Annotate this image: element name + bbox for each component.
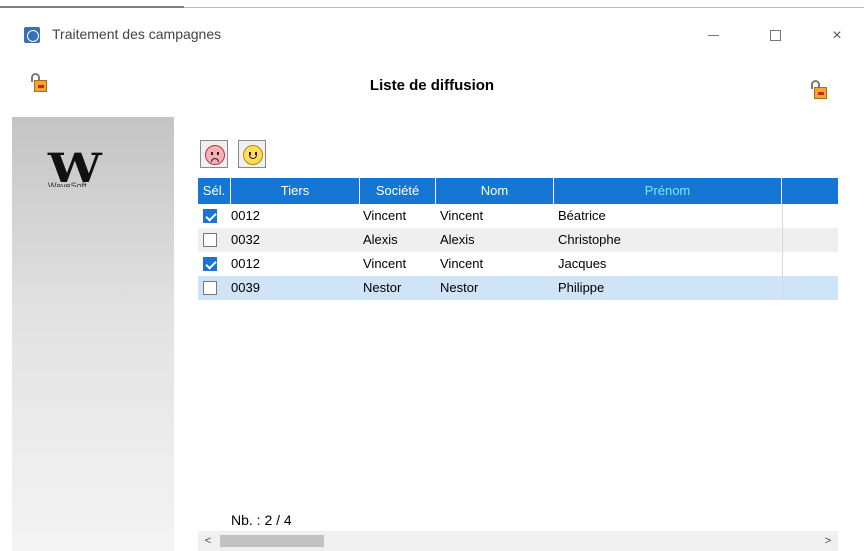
unselect-all-button[interactable] [200,140,228,168]
select-all-button[interactable] [238,140,266,168]
maximize-button[interactable] [752,20,798,52]
brand-name: WaveSoft [48,181,87,187]
cell-nom: Alexis [440,232,475,247]
table-row[interactable]: 0032 Alexis Alexis Christophe [198,228,838,252]
page-title: Liste de diffusion [369,77,495,94]
cell-nom: Nestor [440,280,479,295]
app-window: Traitement des campagnes × Liste de diff… [0,0,864,551]
cell-nom: Vincent [440,256,484,271]
cell-societe: Nestor [363,280,402,295]
cell-societe: Vincent [363,208,407,223]
cell-societe: Vincent [363,256,407,271]
window-title: Traitement des campagnes [52,26,222,42]
angry-face-icon [205,145,225,165]
edge-line [184,7,864,8]
close-button[interactable]: × [814,20,860,52]
title-bar[interactable]: Traitement des campagnes × [0,18,864,54]
row-checkbox[interactable] [203,281,217,295]
cell-tiers: 0032 [231,232,260,247]
column-header-sel[interactable]: Sél. [198,178,231,204]
edge-line [0,6,184,8]
row-checkbox[interactable] [203,209,217,223]
table-row[interactable]: 0012 Vincent Vincent Béatrice [198,204,838,228]
table-row[interactable]: 0039 Nestor Nestor Philippe [198,276,838,300]
cell-tiers: 0012 [231,256,260,271]
cell-nom: Vincent [440,208,484,223]
minimize-button[interactable] [690,20,736,52]
column-header-extra[interactable] [782,178,838,204]
row-checkbox[interactable] [203,257,217,271]
minimize-icon [707,35,719,37]
column-header-societe[interactable]: Société [360,178,436,204]
column-header-nom[interactable]: Nom [436,178,554,204]
maximize-icon [769,30,781,42]
window-top-edge [0,0,864,10]
table-header: Sél. Tiers Société Nom Prénom [198,178,838,204]
column-header-prenom[interactable]: Prénom [554,178,782,204]
scroll-left-icon[interactable]: < [200,533,216,549]
cell-societe: Alexis [363,232,398,247]
app-icon [24,27,40,43]
column-header-tiers[interactable]: Tiers [231,178,360,204]
contacts-table[interactable]: Sél. Tiers Société Nom Prénom 0012 Vince… [198,178,838,508]
selection-count: Nb. : 2 / 4 [231,512,292,528]
cell-prenom: Jacques [558,256,607,271]
cell-tiers: 0039 [231,280,260,295]
row-checkbox[interactable] [203,233,217,247]
brand-panel: W WaveSoft [12,117,174,551]
scroll-right-icon[interactable]: > [820,533,836,549]
cell-prenom: Christophe [558,232,621,247]
cell-prenom: Béatrice [558,208,606,223]
cell-tiers: 0012 [231,208,260,223]
cell-prenom: Philippe [558,280,605,295]
scroll-thumb[interactable] [220,535,324,547]
table-row[interactable]: 0012 Vincent Vincent Jacques [198,252,838,276]
happy-face-icon [243,145,263,165]
horizontal-scrollbar[interactable]: < > [198,531,838,551]
lock-icon[interactable] [809,80,829,100]
